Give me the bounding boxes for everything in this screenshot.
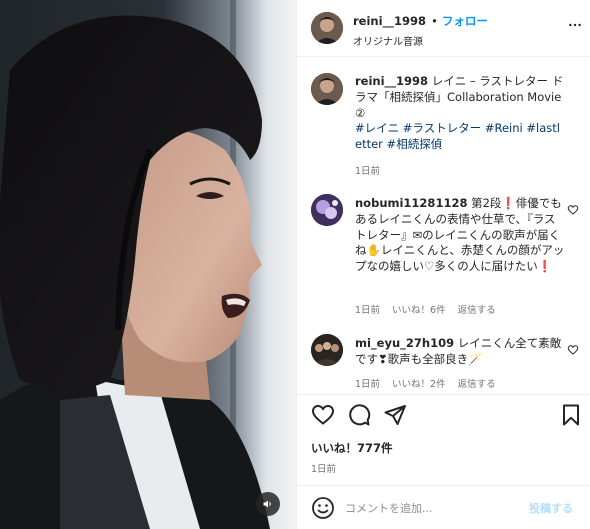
heart-icon[interactable] (311, 403, 335, 427)
caption-timestamp[interactable]: 1日前 (355, 166, 380, 177)
comment-meta: 1日前 いいね！6件 返信する (355, 302, 508, 316)
more-icon[interactable] (567, 17, 583, 33)
separator-dot: • (431, 14, 438, 28)
reply-button[interactable]: 返信する (458, 305, 496, 316)
like-count[interactable]: いいね！777件 (311, 440, 393, 456)
post-side-panel: reini__1998 • フォロー オリジナル音源 reini__1998 レ… (296, 0, 590, 529)
follow-button[interactable]: フォロー (442, 14, 488, 28)
bookmark-icon[interactable] (559, 403, 583, 427)
action-bar (297, 394, 590, 434)
comment-like-count[interactable]: いいね！2件 (392, 379, 446, 390)
comment-timestamp[interactable]: 1日前 (355, 305, 380, 316)
avatar[interactable] (311, 73, 343, 105)
avatar[interactable] (311, 194, 343, 226)
post-comment-button[interactable]: 投稿する (529, 500, 573, 516)
comment-meta: 1日前 いいね！2件 返信する (355, 376, 508, 390)
comment-like-count[interactable]: いいね！6件 (392, 305, 446, 316)
audio-link[interactable]: オリジナル音源 (353, 33, 423, 48)
volume-button[interactable] (256, 492, 280, 516)
comment-username[interactable]: nobumi11281128 (355, 196, 467, 210)
avatar[interactable] (311, 12, 343, 44)
comment-heart-icon[interactable] (567, 204, 579, 216)
caption-username[interactable]: reini__1998 (355, 74, 428, 88)
comment-heart-icon[interactable] (567, 344, 579, 356)
emoji-icon[interactable] (311, 496, 335, 520)
avatar-image (311, 194, 343, 226)
username-link[interactable]: reini__1998 (353, 14, 426, 28)
caption-text: reini__1998 レイニ – ラストレター ドラマ「相続探偵」Collab… (355, 74, 567, 153)
post-header: reini__1998 • フォロー オリジナル音源 (297, 0, 590, 57)
comments-list[interactable]: reini__1998 レイニ – ラストレター ドラマ「相続探偵」Collab… (297, 58, 590, 394)
instagram-post-view: reini__1998 • フォロー オリジナル音源 reini__1998 レ… (0, 0, 590, 529)
comment-composer: 投稿する (297, 485, 590, 529)
post-timestamp[interactable]: 1日前 (311, 461, 336, 475)
comment-text: nobumi11281128 第2段❗俳優でもあるレイニくんの表情や仕草で、『ラ… (355, 196, 567, 275)
send-icon[interactable] (383, 403, 407, 427)
comment-icon[interactable] (347, 403, 371, 427)
comment-username[interactable]: mi_eyu_27h109 (355, 336, 454, 350)
caption-meta: 1日前 (355, 163, 392, 177)
comment-text: mi_eyu_27h109 レイニくん全て素敵です❣歌声も全部良き🪄 (355, 336, 567, 368)
comment-timestamp[interactable]: 1日前 (355, 379, 380, 390)
avatar-image (311, 73, 343, 105)
avatar-image (311, 12, 343, 44)
avatar-image (311, 334, 343, 366)
avatar[interactable] (311, 334, 343, 366)
volume-icon (263, 500, 271, 508)
reply-button[interactable]: 返信する (458, 379, 496, 390)
caption-hashtags[interactable]: #レイニ #ラストレター #Reini #lastletter #相続探偵 (355, 121, 560, 151)
video-frame (0, 0, 296, 529)
post-media[interactable] (0, 0, 296, 529)
header-title-row: reini__1998 • フォロー (353, 13, 488, 29)
comment-input[interactable] (345, 498, 515, 518)
